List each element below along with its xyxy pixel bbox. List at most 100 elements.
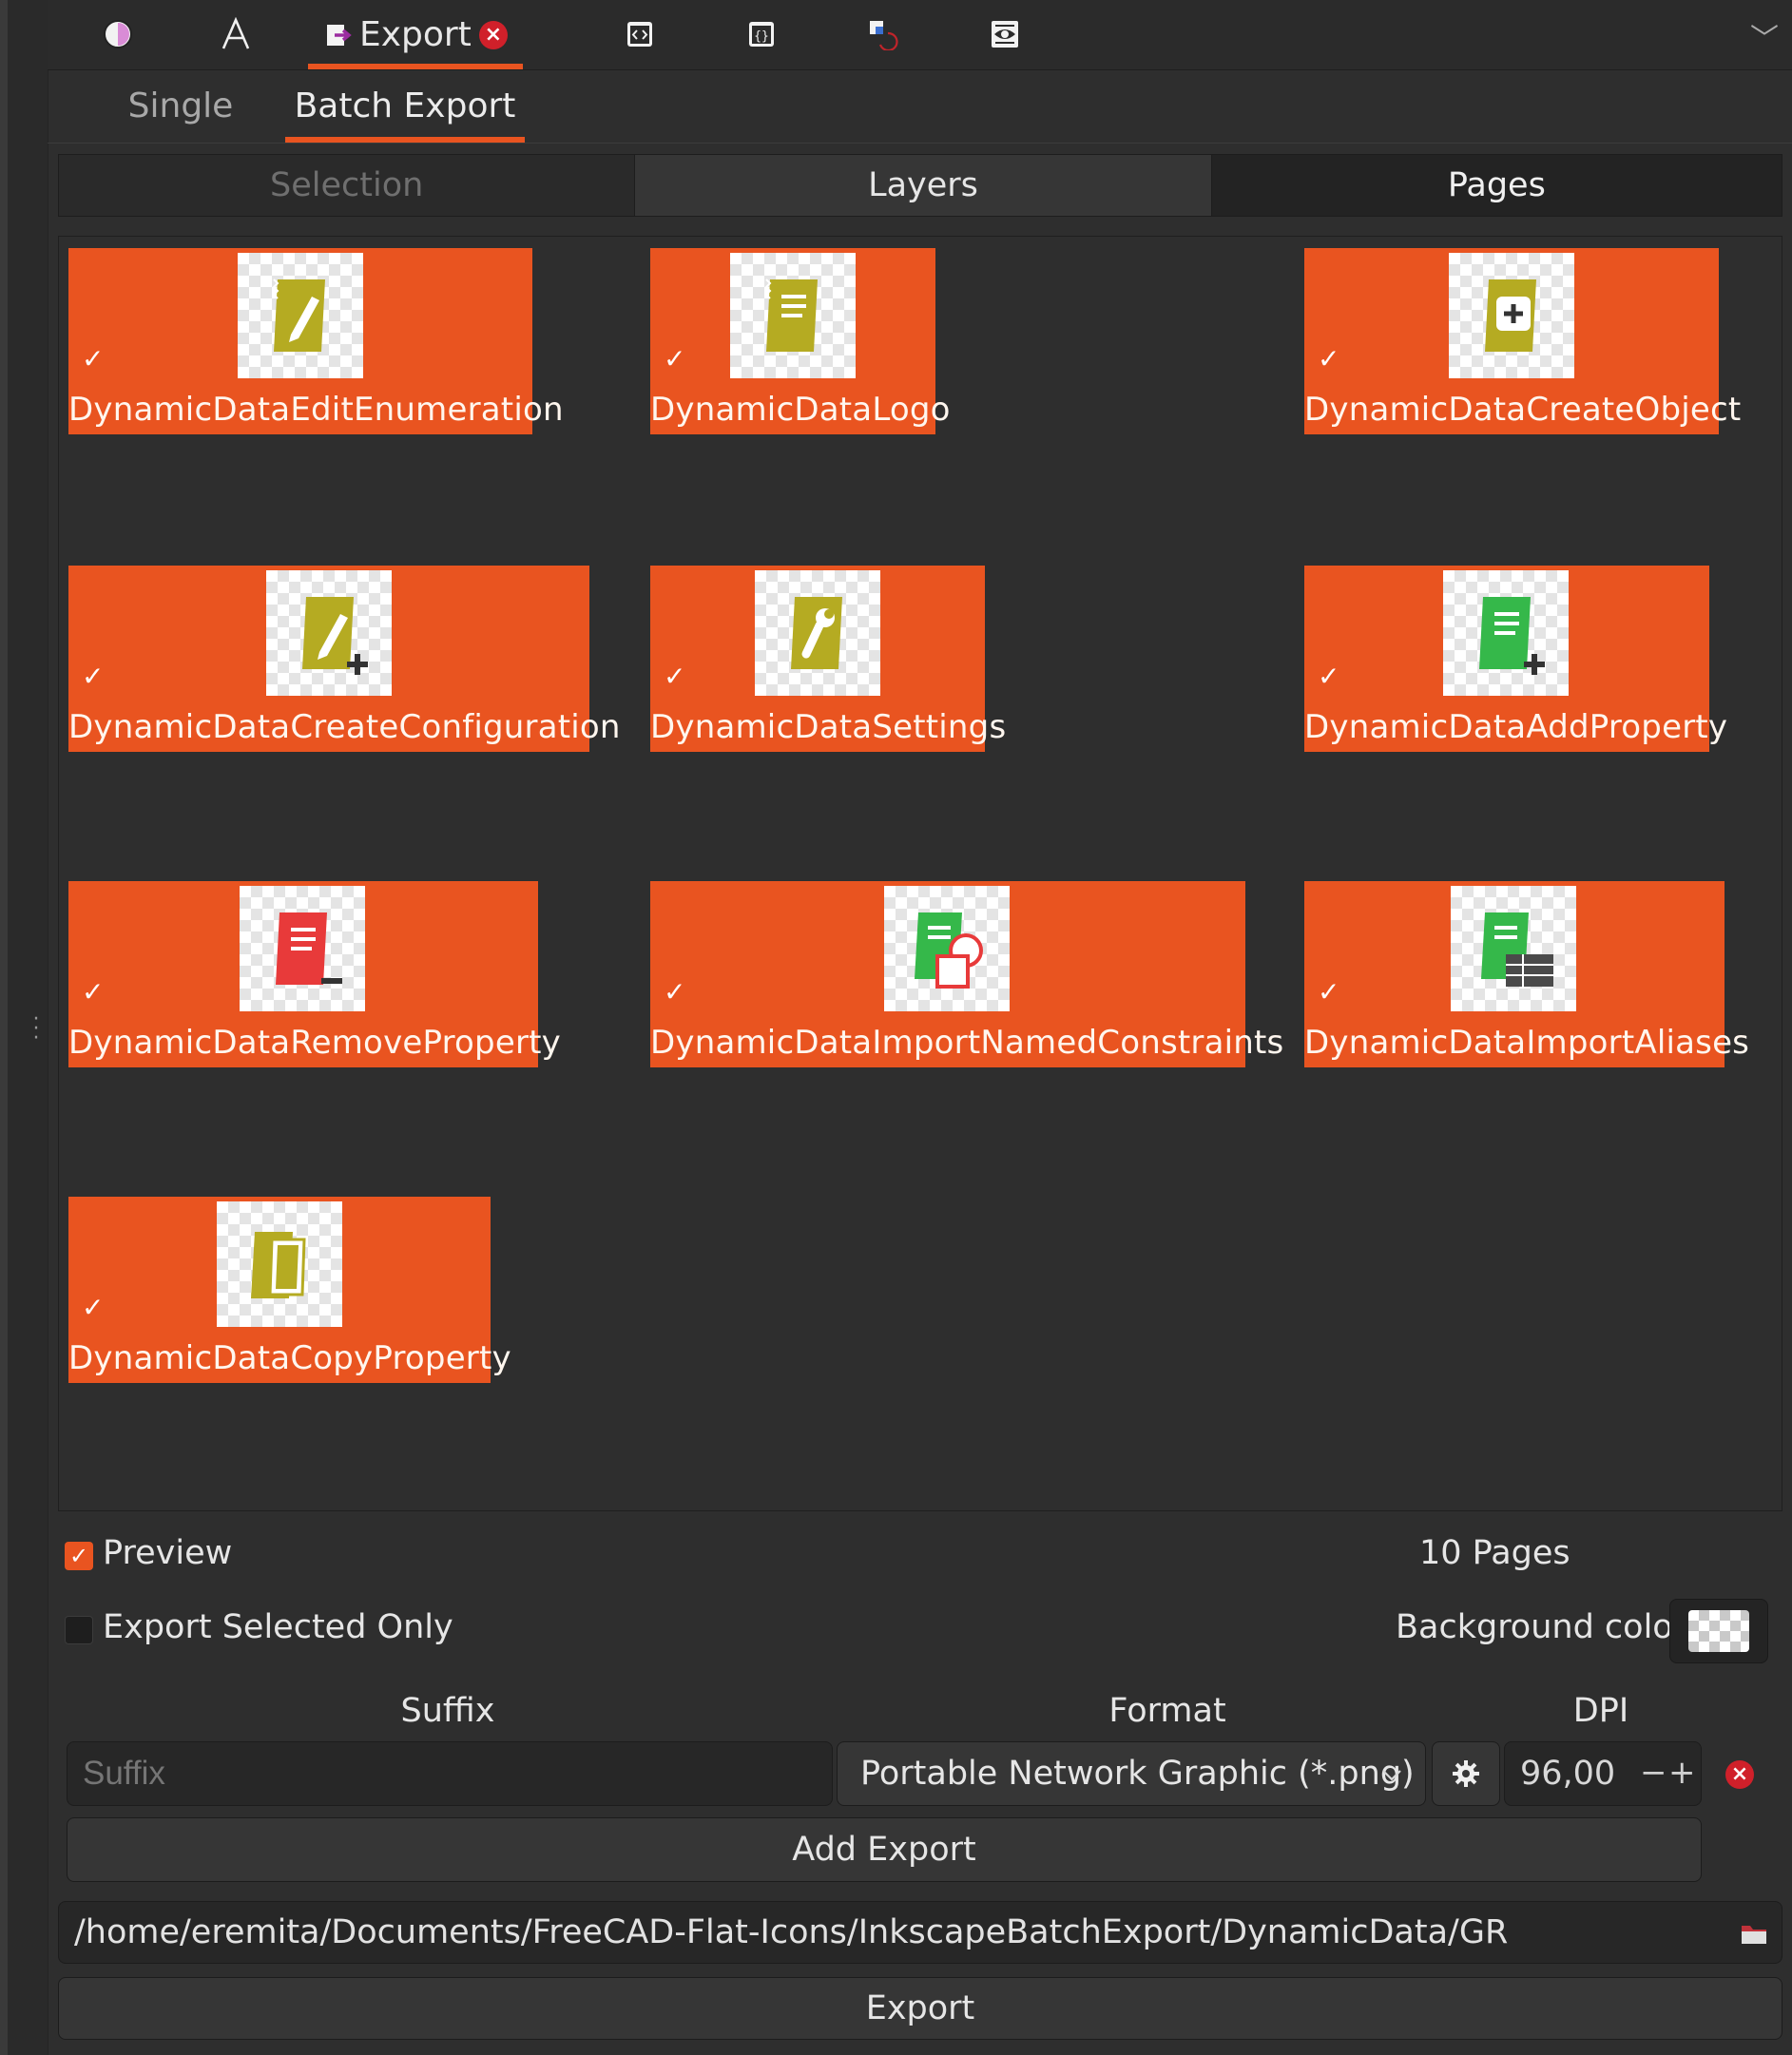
- wrench-icon: [791, 597, 842, 669]
- page-thumbnail: [240, 886, 365, 1011]
- add-export-button[interactable]: Add Export: [67, 1817, 1702, 1882]
- page-checked-icon[interactable]: ✓: [664, 661, 685, 692]
- dock-edge: [0, 0, 8, 2055]
- export-button[interactable]: Export: [58, 1977, 1782, 2040]
- eye-icon: [992, 21, 1018, 48]
- page-checked-icon[interactable]: ✓: [82, 976, 104, 1008]
- chevron-down-icon: [1382, 1770, 1401, 1781]
- page-tile[interactable]: ✓ DynamicDataEditEnumeration: [68, 248, 564, 434]
- transform-tab[interactable]: [862, 13, 904, 55]
- export-mode-tabs: Single File Batch Export: [48, 69, 1792, 199]
- dpi-increment-button[interactable]: +: [1668, 1754, 1696, 1792]
- suffix-input[interactable]: [67, 1741, 833, 1806]
- page-thumbnail: [1443, 570, 1569, 696]
- objects-visibility-tab[interactable]: [984, 13, 1026, 55]
- object-attributes-tab[interactable]: {}: [741, 13, 782, 55]
- export-selected-only-checkbox[interactable]: [65, 1616, 93, 1644]
- scope-layers-button[interactable]: Layers: [635, 155, 1212, 216]
- background-color-label: Background color: [1396, 1608, 1687, 1646]
- page-thumbnail: [730, 253, 856, 378]
- page-name: DynamicDataSettings: [650, 708, 1007, 746]
- format-settings-button[interactable]: [1432, 1741, 1500, 1806]
- page-name: DynamicDataCreateObject: [1304, 391, 1742, 429]
- page-preview-grid: ✓ DynamicDataEditEnumeration ✓ DynamicDa…: [58, 236, 1782, 1511]
- page-tile[interactable]: ✓ DynamicDataImportAliases: [1304, 881, 1750, 1067]
- folder-icon[interactable]: [1740, 1921, 1768, 1946]
- page-name: DynamicDataAddProperty: [1304, 708, 1728, 746]
- sheet-table-icon: [1481, 912, 1553, 987]
- gear-icon: [1453, 1760, 1479, 1787]
- page-name: DynamicDataCreateConfiguration: [68, 708, 621, 746]
- page-checked-icon[interactable]: ✓: [82, 661, 104, 692]
- page-thumbnail: [1451, 886, 1576, 1011]
- format-selected-value: Portable Network Graphic (*.png): [860, 1755, 1415, 1793]
- page-name: DynamicDataImportAliases: [1304, 1024, 1750, 1062]
- page-tile[interactable]: ✓ DynamicDataImportNamedConstraints: [650, 881, 1284, 1067]
- xml-editor-tab[interactable]: [619, 13, 661, 55]
- background-color-button[interactable]: [1669, 1599, 1768, 1663]
- page-tile[interactable]: ✓ DynamicDataLogo: [650, 248, 950, 434]
- red-sheet-minus-icon: [276, 912, 342, 985]
- page-tile[interactable]: ✓ DynamicDataSettings: [650, 566, 1007, 752]
- scope-layers-label: Layers: [868, 166, 978, 204]
- tab-batch-export[interactable]: Batch Export: [285, 69, 525, 143]
- page-name: DynamicDataRemoveProperty: [68, 1024, 561, 1062]
- page-thumbnail: [755, 570, 880, 696]
- page-checked-icon[interactable]: ✓: [1318, 343, 1339, 375]
- page-checked-icon[interactable]: ✓: [1318, 976, 1339, 1008]
- close-tab-icon[interactable]: ×: [478, 20, 508, 49]
- export-path-field[interactable]: /home/eremita/Documents/FreeCAD-Flat-Ico…: [58, 1901, 1782, 1964]
- fill-stroke-icon: [104, 20, 132, 48]
- text-font-tab[interactable]: [215, 13, 257, 55]
- page-checked-icon[interactable]: ✓: [664, 976, 685, 1008]
- sheet-icon: [764, 278, 818, 352]
- xml-editor-icon: [627, 22, 652, 47]
- dock-left-strip: · · ·: [0, 0, 48, 2055]
- export-selected-only-label: Export Selected Only: [103, 1608, 453, 1646]
- dpi-value: 96,00: [1520, 1755, 1616, 1793]
- copy-sheets-icon: [251, 1232, 306, 1298]
- fill-stroke-tab[interactable]: [97, 13, 139, 55]
- page-tile[interactable]: ✓ DynamicDataCopyProperty: [68, 1197, 511, 1383]
- page-checked-icon[interactable]: ✓: [1318, 661, 1339, 692]
- dock-resize-grip[interactable]: · · ·: [32, 1009, 40, 1049]
- dialog-tab-bar: Export × {} ﹀: [48, 0, 1792, 70]
- format-dropdown[interactable]: Portable Network Graphic (*.png): [837, 1741, 1426, 1806]
- export-scope-toggle: Selection Layers Pages: [58, 154, 1782, 217]
- remove-export-icon[interactable]: ×: [1725, 1760, 1754, 1789]
- page-tile[interactable]: ✓ DynamicDataCreateConfiguration: [68, 566, 621, 752]
- page-checked-icon[interactable]: ✓: [664, 343, 685, 375]
- page-count: 10 Pages: [1419, 1534, 1570, 1572]
- page-tile[interactable]: ✓ DynamicDataAddProperty: [1304, 566, 1728, 752]
- page-thumbnail: [266, 570, 392, 696]
- page-thumbnail: [1449, 253, 1574, 378]
- page-name: DynamicDataEditEnumeration: [68, 391, 564, 429]
- tab-single-file[interactable]: Single File: [95, 69, 266, 199]
- checkbox-check-icon: ✓: [68, 1543, 89, 1569]
- green-sheet-plus-icon: [1479, 597, 1545, 675]
- active-subtab-underline: [285, 137, 525, 143]
- preview-checkbox[interactable]: ✓: [65, 1542, 93, 1570]
- dpi-header: DPI: [1572, 1692, 1629, 1730]
- pencil-on-sheet-icon: [272, 278, 325, 352]
- text-font-icon: [222, 17, 250, 49]
- export-path-value: /home/eremita/Documents/FreeCAD-Flat-Ico…: [74, 1913, 1509, 1951]
- tab-batch-export-label: Batch Export: [294, 86, 516, 125]
- page-checked-icon[interactable]: ✓: [82, 343, 104, 375]
- page-checked-icon[interactable]: ✓: [82, 1292, 104, 1323]
- page-tile[interactable]: ✓ DynamicDataRemoveProperty: [68, 881, 561, 1067]
- export-dialog-tab[interactable]: Export ×: [308, 0, 523, 69]
- plus-in-frame-icon: [1485, 279, 1536, 352]
- add-export-label: Add Export: [792, 1831, 976, 1869]
- preview-label: Preview: [103, 1534, 233, 1572]
- scope-pages-button[interactable]: Pages: [1211, 155, 1782, 216]
- dpi-decrement-button[interactable]: −: [1640, 1754, 1667, 1792]
- sheet-shapes-icon: [915, 912, 983, 989]
- page-thumbnail: [217, 1201, 342, 1327]
- scope-selection-button[interactable]: Selection: [59, 155, 636, 216]
- dpi-spinbox[interactable]: 96,00 − +: [1504, 1741, 1702, 1806]
- page-name: DynamicDataImportNamedConstraints: [650, 1024, 1284, 1062]
- chevron-down-icon[interactable]: ﹀: [1750, 15, 1779, 57]
- page-tile[interactable]: ✓ DynamicDataCreateObject: [1304, 248, 1742, 434]
- pencil-plus-icon: [302, 597, 368, 675]
